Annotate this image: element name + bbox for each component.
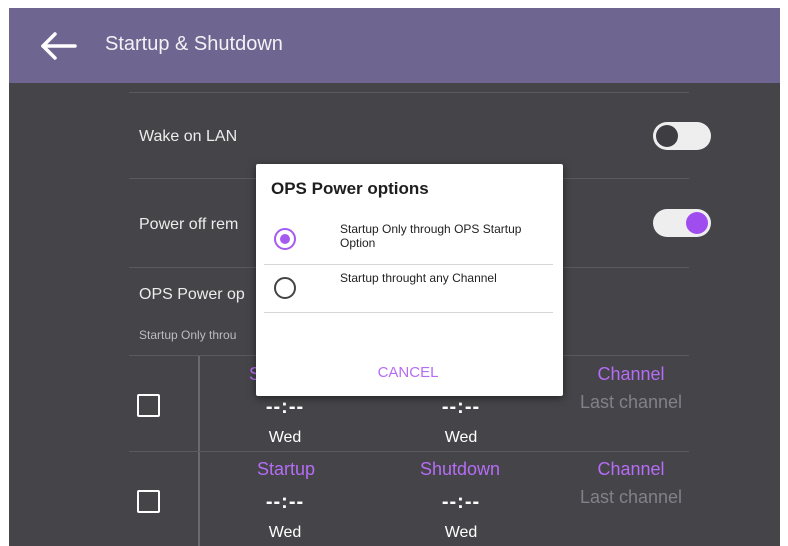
option-any-channel[interactable]: Startup throught any Channel [264,266,553,312]
schedule-checkbox[interactable] [137,490,160,513]
startup-header: Startup [256,459,316,479]
divider [129,92,689,93]
channel-value[interactable]: Last channel [569,392,693,413]
dialog-title: OPS Power options [271,179,429,198]
wake-on-lan-label: Wake on LAN [139,128,238,145]
shutdown-time[interactable]: --:-- [421,491,501,514]
shutdown-day: Wed [444,429,478,446]
shutdown-day: Wed [444,524,478,541]
divider [129,451,689,452]
ops-power-label: OPS Power op [139,286,245,303]
back-button[interactable] [39,30,79,62]
page-title: Startup & Shutdown [105,33,283,55]
cancel-button[interactable]: CANCEL [366,360,450,386]
startup-day: Wed [268,429,302,446]
shutdown-time[interactable]: --:-- [421,396,501,419]
power-off-reminder-label: Power off rem [139,216,239,233]
wake-on-lan-toggle[interactable] [653,122,711,150]
radio-button[interactable] [274,277,296,299]
option-divider [264,312,553,313]
arrow-left-icon [41,32,77,60]
startup-time[interactable]: --:-- [245,396,325,419]
option-label: Startup Only through OPS Startup Option [340,222,522,250]
channel-header: Channel [597,364,665,384]
option-divider [264,264,553,265]
startup-time[interactable]: --:-- [245,491,325,514]
option-ops-startup[interactable]: Startup Only through OPS Startup Option [264,217,553,263]
schedule-checkbox[interactable] [137,394,160,417]
channel-header: Channel [597,459,665,479]
top-bar: Startup & Shutdown [9,8,780,83]
option-label: Startup throught any Channel [340,271,497,285]
toggle-knob [686,212,708,234]
ops-power-value: Startup Only throu [139,328,237,342]
startup-day: Wed [268,524,302,541]
ops-power-options-dialog: OPS Power options Startup Only through O… [256,164,563,396]
radio-button-checked[interactable] [274,228,296,250]
toggle-knob [656,125,678,147]
power-off-reminder-toggle[interactable] [653,209,711,237]
radio-dot [280,234,290,244]
settings-screen: Startup & Shutdown Wake on LAN Power off… [9,8,780,546]
shutdown-header: Shutdown [419,459,501,479]
channel-value[interactable]: Last channel [569,487,693,508]
